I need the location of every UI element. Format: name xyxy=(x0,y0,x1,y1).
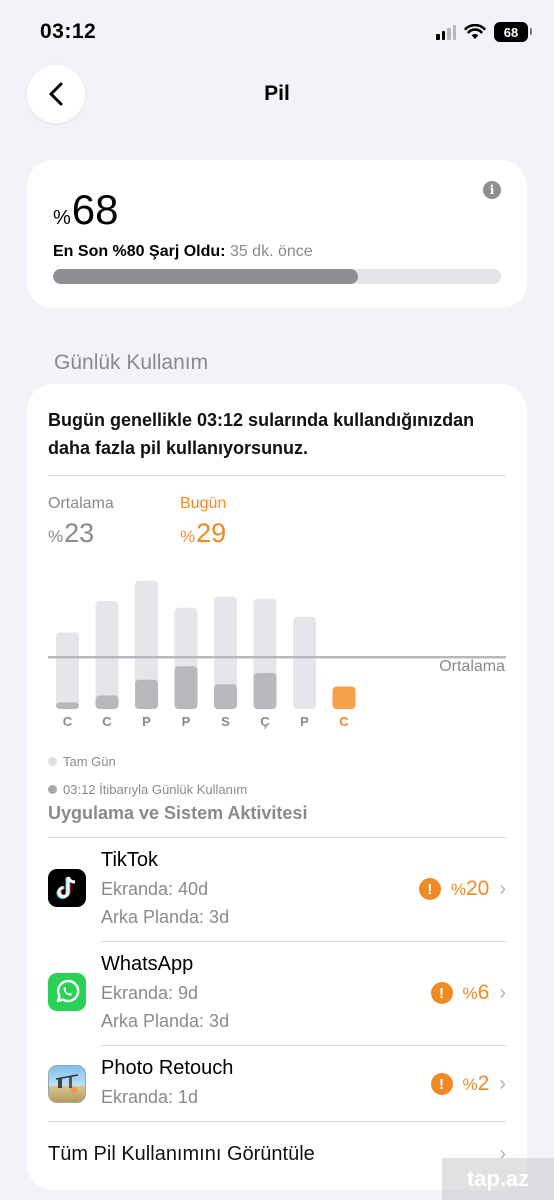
chevron-right-icon: › xyxy=(499,877,506,900)
battery-level: % 68 xyxy=(53,186,119,234)
battery-level-card: i % 68 En Son %80 Şarj Oldu: 35 dk. önce xyxy=(27,160,527,308)
battery-progress-fill xyxy=(53,269,358,284)
divider xyxy=(48,475,506,476)
bar-usage xyxy=(253,673,277,709)
app-name: TikTok xyxy=(101,849,159,871)
percent-sign: % xyxy=(48,527,64,546)
wifi-icon xyxy=(464,24,486,39)
percent-sign: % xyxy=(462,1075,478,1094)
legend-dot xyxy=(48,757,57,766)
photo-retouch-image-icon xyxy=(55,1074,79,1093)
chart-plot xyxy=(48,580,506,709)
app-percent-value: 2 xyxy=(477,1072,490,1095)
today-stat: Bugün % 29 xyxy=(180,495,226,549)
bar-usage xyxy=(95,695,119,709)
percent-sign: % xyxy=(180,527,196,546)
legend-full-day: Tam Gün xyxy=(48,754,116,769)
legend-usage: 03:12 İtibarıyla Günlük Kullanım xyxy=(48,782,247,797)
app-percent: % 20 xyxy=(451,877,489,901)
bar-usage xyxy=(174,666,198,709)
app-background-time: Arka Planda: 3d xyxy=(101,1011,230,1031)
average-value-number: 23 xyxy=(64,518,95,548)
whatsapp-phone-icon xyxy=(56,979,80,1003)
app-name: Photo Retouch xyxy=(101,1057,234,1079)
today-value-number: 29 xyxy=(196,518,227,548)
app-percent-value: 20 xyxy=(465,877,490,900)
day-label: C xyxy=(102,714,112,729)
app-screen-time: Ekranda: 9d xyxy=(101,983,199,1003)
battery-indicator: 68 xyxy=(494,22,532,42)
warning-icon: ! xyxy=(430,1073,453,1095)
bar-full-day xyxy=(293,616,316,709)
app-screen-time: Ekranda: 1d xyxy=(101,1087,199,1107)
cellular-signal-icon xyxy=(436,24,456,40)
percent-sign: % xyxy=(462,984,478,1003)
daily-usage-header: Günlük Kullanım xyxy=(54,351,209,374)
average-value: % 23 xyxy=(48,518,114,549)
battery-level-value: 68 xyxy=(71,186,119,233)
percent-sign: % xyxy=(450,880,466,899)
last-charge-label: En Son %80 Şarj Oldu: xyxy=(53,243,226,260)
tiktok-app-icon xyxy=(48,869,86,907)
day-labels: CCPPSÇPC xyxy=(27,714,527,734)
day-label: P xyxy=(300,714,309,729)
app-row-tiktok[interactable]: TikTok Ekranda: 40d Arka Planda: 3d ! % 2… xyxy=(27,837,527,941)
percent-sign: % xyxy=(53,207,71,229)
chevron-right-icon: › xyxy=(499,981,506,1004)
bar-full-day xyxy=(95,601,119,709)
today-label: Bugün xyxy=(180,495,227,512)
average-line-label: Ortalama xyxy=(439,658,505,675)
daily-usage-chart: Ortalama C C P P S Ç P C xyxy=(27,554,527,744)
app-percent-value: 6 xyxy=(477,981,490,1004)
status-bar: 03:12 68 xyxy=(0,0,554,62)
app-screen-time: Ekranda: 40d xyxy=(101,879,209,899)
watermark: tap.az xyxy=(442,1158,554,1200)
legend-dot xyxy=(48,785,57,794)
usage-message: Bugün genellikle 03:12 sularında kulland… xyxy=(48,410,475,458)
view-all-battery-usage-link[interactable]: Tüm Pil Kullanımını Görüntüle xyxy=(48,1143,315,1166)
warning-icon: ! xyxy=(430,982,453,1004)
app-usage: ! % 6 › xyxy=(430,981,506,1005)
bar-usage xyxy=(214,684,237,709)
day-label: Ç xyxy=(260,714,270,729)
page-title: Pil xyxy=(264,82,290,105)
battery-progress-bar xyxy=(53,269,501,284)
app-percent: % 6 xyxy=(463,981,490,1005)
app-usage: ! % 2 › xyxy=(430,1072,506,1096)
day-label: P xyxy=(142,714,151,729)
status-time: 03:12 xyxy=(40,20,97,43)
bar-usage xyxy=(135,679,158,709)
day-label: S xyxy=(221,714,230,729)
day-label: P xyxy=(181,714,191,729)
last-charge-ago: 35 dk. önce xyxy=(229,243,313,260)
app-activity-title: Uygulama ve Sistem Aktivitesi xyxy=(48,803,308,823)
day-label: C xyxy=(62,714,73,729)
bar-usage xyxy=(56,702,79,709)
legend-label: Tam Gün xyxy=(63,754,116,769)
photo-retouch-app-icon xyxy=(48,1065,86,1103)
day-label: C xyxy=(339,714,349,729)
app-row-whatsapp[interactable]: WhatsApp Ekranda: 9d Arka Planda: 3d ! %… xyxy=(27,941,527,1045)
app-usage: ! % 20 › xyxy=(418,877,506,901)
status-icons: 68 xyxy=(436,22,532,42)
daily-usage-card: Bugün genellikle 03:12 sularında kulland… xyxy=(27,384,527,1190)
bar-full-day xyxy=(56,632,79,709)
whatsapp-app-icon xyxy=(48,973,86,1011)
app-background-time: Arka Planda: 3d xyxy=(101,907,230,927)
tiktok-note-icon xyxy=(56,876,76,899)
info-icon[interactable]: i xyxy=(483,181,501,199)
app-percent: % 2 xyxy=(463,1072,490,1096)
today-value: % 29 xyxy=(180,518,226,549)
app-row-photo-retouch[interactable]: Photo Retouch Ekranda: 1d ! % 2 › xyxy=(27,1045,527,1121)
legend-label: 03:12 İtibarıyla Günlük Kullanım xyxy=(63,782,248,797)
average-stat: Ortalama % 23 xyxy=(48,495,114,549)
chevron-right-icon: › xyxy=(499,1072,506,1095)
bar-today-usage xyxy=(332,686,356,709)
warning-icon: ! xyxy=(418,878,441,900)
last-charge-info: En Son %80 Şarj Oldu: 35 dk. önce xyxy=(53,243,313,261)
average-label: Ortalama xyxy=(48,495,114,512)
divider xyxy=(48,1121,506,1122)
app-name: WhatsApp xyxy=(101,953,194,975)
